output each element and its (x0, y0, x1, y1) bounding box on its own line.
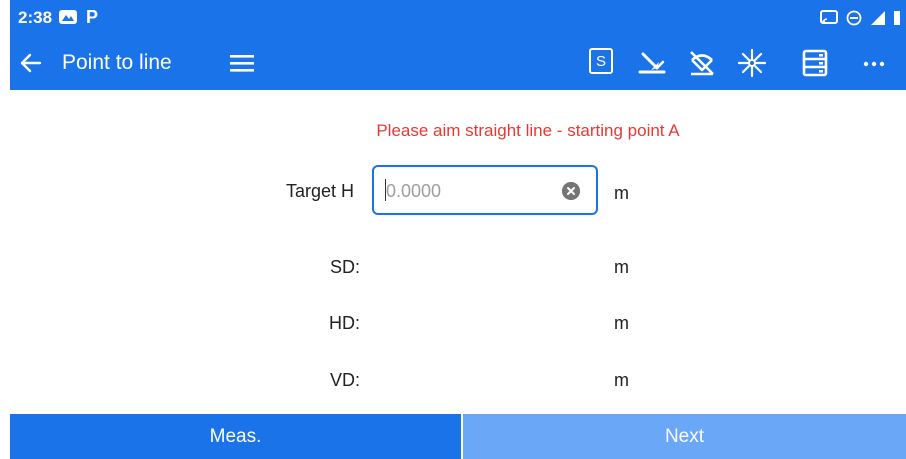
laser-pointer-icon[interactable] (637, 48, 667, 78)
page-title: Point to line (62, 51, 172, 74)
text-caret (385, 179, 386, 201)
hd-label: HD: (329, 313, 360, 333)
target-h-unit: m (614, 183, 629, 203)
status-icons (820, 9, 900, 27)
clear-icon[interactable] (562, 182, 580, 200)
battery-icon (894, 11, 900, 25)
s-mode-button[interactable]: S (589, 48, 613, 74)
app-bar: Point to line S (10, 36, 906, 90)
menu-icon[interactable] (228, 50, 256, 76)
light-burst-icon[interactable] (737, 48, 767, 78)
instruction-text: Please aim straight line - starting poin… (376, 121, 680, 140)
sd-label: SD: (329, 257, 360, 277)
back-arrow-icon[interactable] (18, 50, 44, 76)
meas-button[interactable]: Meas. (10, 414, 463, 459)
cast-icon (820, 10, 838, 24)
do-not-disturb-icon (846, 10, 862, 26)
status-time: 2:38 (18, 8, 53, 27)
target-h-input-box[interactable] (372, 165, 598, 215)
target-h-input[interactable] (384, 177, 548, 205)
next-button[interactable]: Next (463, 414, 906, 459)
hd-unit: m (614, 313, 629, 333)
vd-unit: m (614, 370, 629, 390)
parking-notification-icon: P (86, 7, 99, 27)
target-h-label: Target H (285, 181, 354, 201)
signal-icon (871, 11, 885, 25)
more-options-icon[interactable] (859, 48, 889, 78)
bottom-action-bar: Meas. Next (10, 414, 906, 459)
no-prism-icon[interactable] (687, 48, 717, 78)
app-window: 2:38 P Point to line S Please aim straig… (10, 0, 906, 459)
sd-unit: m (614, 257, 629, 277)
vd-label: VD: (329, 370, 360, 390)
gallery-notification-icon (59, 10, 77, 24)
data-list-icon[interactable] (800, 48, 830, 78)
status-bar: 2:38 P (10, 0, 906, 36)
